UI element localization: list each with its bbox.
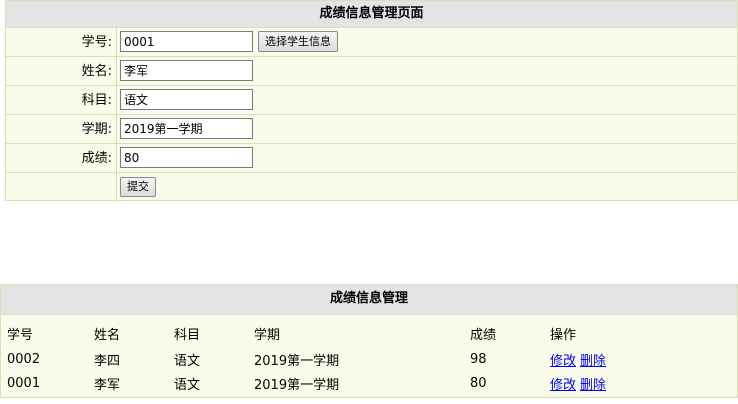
- form-row-subject: 科目:: [6, 86, 737, 115]
- subject-input[interactable]: [120, 89, 253, 110]
- column-header-actions: 操作: [550, 327, 577, 343]
- cell-score: 98: [470, 351, 487, 367]
- form-row-submit: 提交: [6, 173, 737, 202]
- term-input[interactable]: [120, 118, 253, 139]
- column-header-id: 学号: [7, 327, 34, 343]
- delete-link[interactable]: 删除: [580, 354, 606, 369]
- row-divider: [116, 57, 117, 85]
- form-title: 成绩信息管理页面: [6, 1, 737, 28]
- form-row-student-id: 学号: 选择学生信息: [6, 28, 737, 57]
- grade-form-panel: 成绩信息管理页面 学号: 选择学生信息 姓名: 科目: 学期: 成绩: 提交: [5, 0, 738, 202]
- select-student-button[interactable]: 选择学生信息: [258, 31, 338, 52]
- cell-name: 李四: [94, 353, 121, 369]
- term-label: 学期:: [81, 122, 112, 137]
- table-row: 0001 李军 语文 2019第一学期 80 修改 删除: [1, 371, 737, 395]
- score-input[interactable]: [120, 147, 253, 168]
- cell-term: 2019第一学期: [254, 377, 340, 393]
- delete-link[interactable]: 删除: [580, 378, 606, 393]
- cell-name: 李军: [94, 377, 121, 393]
- table-row: 0002 李四 语文 2019第一学期 98 修改 删除: [1, 347, 737, 371]
- cell-actions: 修改 删除: [550, 371, 737, 395]
- column-header-term: 学期: [254, 327, 281, 343]
- form-row-name: 姓名:: [6, 57, 737, 86]
- table-header-row: 学号 姓名 科目 学期 成绩 操作: [1, 315, 737, 347]
- cell-subject: 语文: [174, 377, 201, 393]
- row-divider: [116, 86, 117, 114]
- cell-score: 80: [470, 375, 487, 391]
- form-row-term: 学期:: [6, 115, 737, 144]
- cell-id: 0002: [7, 351, 41, 367]
- student-id-label: 学号:: [81, 35, 112, 50]
- edit-link[interactable]: 修改: [550, 378, 576, 393]
- subject-label: 科目:: [81, 93, 112, 108]
- name-label: 姓名:: [81, 64, 112, 79]
- cell-term: 2019第一学期: [254, 353, 340, 369]
- edit-link[interactable]: 修改: [550, 354, 576, 369]
- row-divider: [116, 144, 117, 172]
- name-input[interactable]: [120, 60, 253, 81]
- submit-button[interactable]: 提交: [120, 177, 156, 197]
- score-label: 成绩:: [81, 151, 112, 166]
- form-row-score: 成绩:: [6, 144, 737, 173]
- row-divider: [116, 28, 117, 56]
- column-header-score: 成绩: [470, 327, 497, 343]
- grade-list-panel: 成绩信息管理 学号 姓名 科目 学期 成绩 操作 0002 李四 语文 2019…: [0, 284, 738, 398]
- row-divider: [116, 115, 117, 143]
- student-id-input[interactable]: [120, 31, 253, 52]
- column-header-name: 姓名: [94, 327, 121, 343]
- row-divider: [116, 173, 117, 202]
- grades-table: 学号 姓名 科目 学期 成绩 操作 0002 李四 语文 2019第一学期 98…: [1, 315, 737, 395]
- cell-subject: 语文: [174, 353, 201, 369]
- column-header-subject: 科目: [174, 327, 201, 343]
- cell-actions: 修改 删除: [550, 347, 737, 371]
- cell-id: 0001: [7, 375, 41, 391]
- list-title: 成绩信息管理: [1, 285, 737, 315]
